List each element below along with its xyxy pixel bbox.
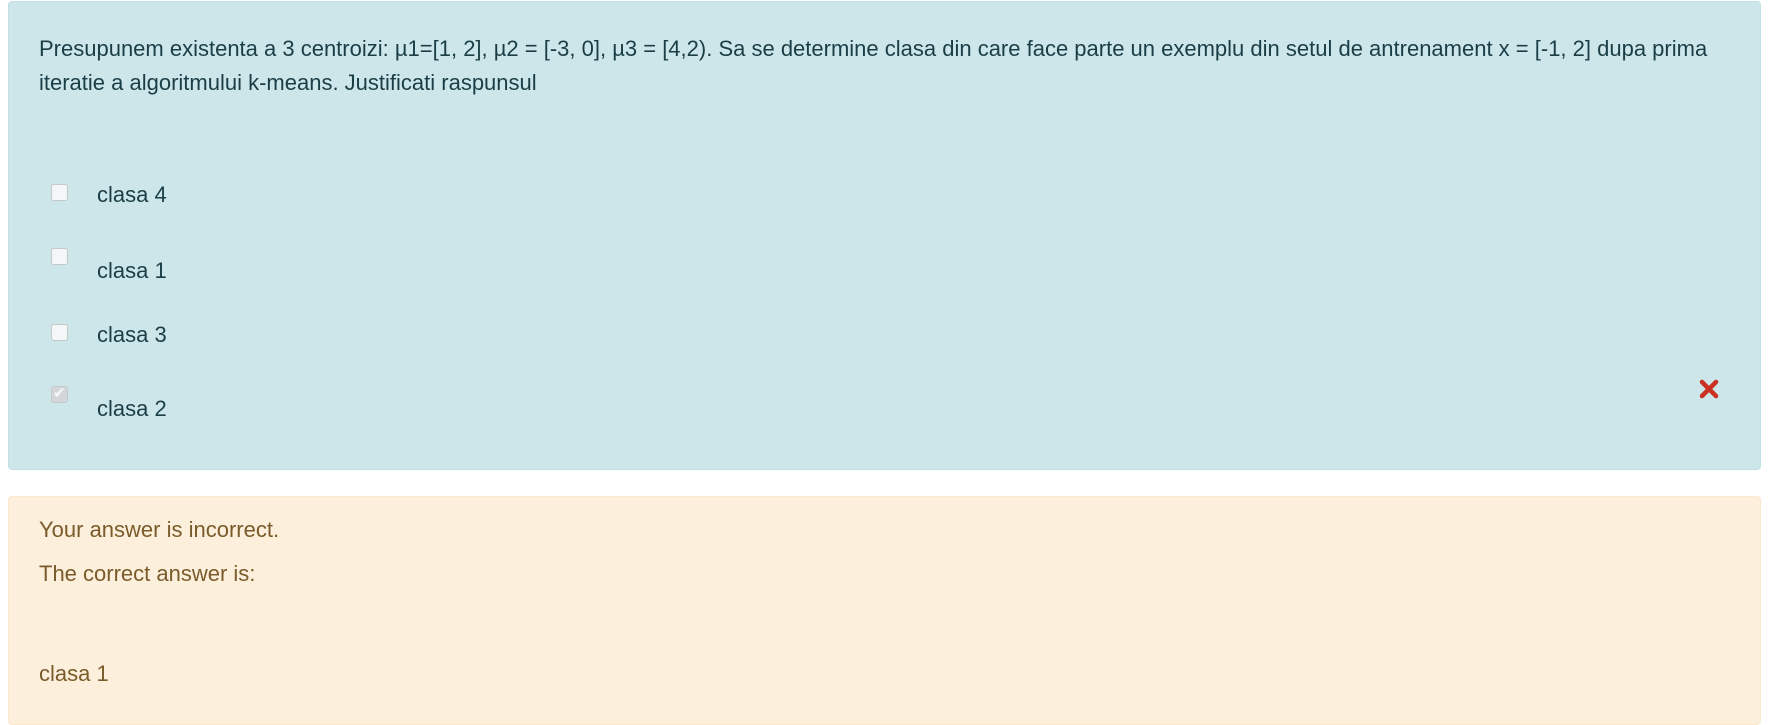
checkbox-clasa-2-checked[interactable]: ✔ [51,384,68,403]
checkbox-clasa-4[interactable] [51,184,68,201]
question-text: Presupunem existenta a 3 centroizi: µ1=[… [39,36,1708,95]
option-label: clasa 2 [97,396,167,421]
option-label: clasa 1 [97,258,167,283]
checkbox-clasa-3[interactable] [51,324,68,341]
option-label: clasa 4 [97,182,167,207]
correct-answer-prefix: The correct answer is: [39,561,256,586]
feedback-panel: Your answer is incorrect. The correct an… [8,496,1761,725]
question-panel: Presupunem existenta a 3 centroizi: µ1=[… [8,1,1761,470]
correct-answer: clasa 1 [39,661,109,686]
check-icon: ✔ [53,384,66,402]
option-label: clasa 3 [97,322,167,347]
cross-icon [1699,379,1719,399]
feedback-status: Your answer is incorrect. [39,517,280,542]
checkbox-clasa-1[interactable] [51,248,68,265]
